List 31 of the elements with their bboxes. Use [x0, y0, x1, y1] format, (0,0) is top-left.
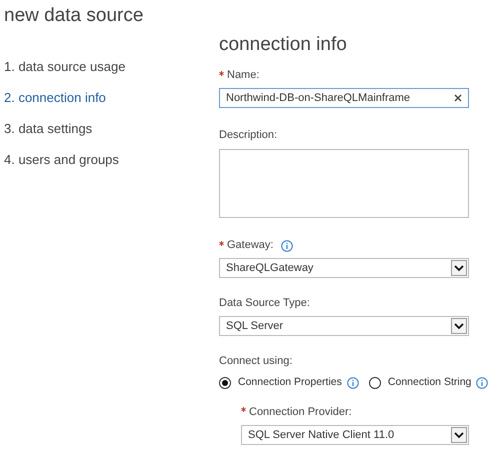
dropdown[interactable]: SQL Server — [219, 316, 469, 336]
info-icon[interactable] — [476, 376, 488, 389]
step-link[interactable]: 1. data source usage — [4, 58, 219, 76]
step-link[interactable]: 4. users and groups — [4, 151, 219, 169]
radio-button[interactable] — [219, 376, 231, 389]
required-icon — [219, 70, 224, 76]
info-icon[interactable] — [346, 376, 359, 389]
required-icon — [219, 240, 224, 246]
clear-icon[interactable] — [454, 94, 462, 102]
info-icon[interactable] — [281, 240, 294, 252]
step-link[interactable]: 2. connection info — [4, 89, 219, 107]
required-icon — [241, 407, 246, 412]
chevron-down-icon — [451, 260, 467, 276]
field-label: Gateway: — [227, 238, 274, 254]
step-link[interactable]: 3. data settings — [4, 120, 219, 138]
chevron-down-icon — [451, 318, 467, 334]
radio-label[interactable]: Connection String — [388, 375, 472, 391]
field-label: Connection Provider: — [249, 405, 352, 420]
field-label: Data Source Type: — [219, 296, 310, 312]
section-title: connection info — [219, 34, 348, 56]
page-title: new data source — [4, 4, 144, 28]
field-label: Name: — [227, 68, 260, 84]
dropdown[interactable]: SQL Server Native Client 11.0 — [241, 424, 469, 445]
radio-button[interactable] — [368, 376, 381, 389]
field-label: Description: — [219, 128, 278, 144]
dropdown[interactable]: ShareQLGateway — [219, 258, 469, 278]
chevron-down-icon — [451, 426, 467, 443]
description-field[interactable] — [219, 149, 469, 218]
radio-label[interactable]: Connection Properties — [238, 375, 342, 391]
field-label: Connect using: — [219, 354, 292, 370]
name-field[interactable]: Northwind-DB-on-ShareQLMainframe — [219, 88, 469, 108]
